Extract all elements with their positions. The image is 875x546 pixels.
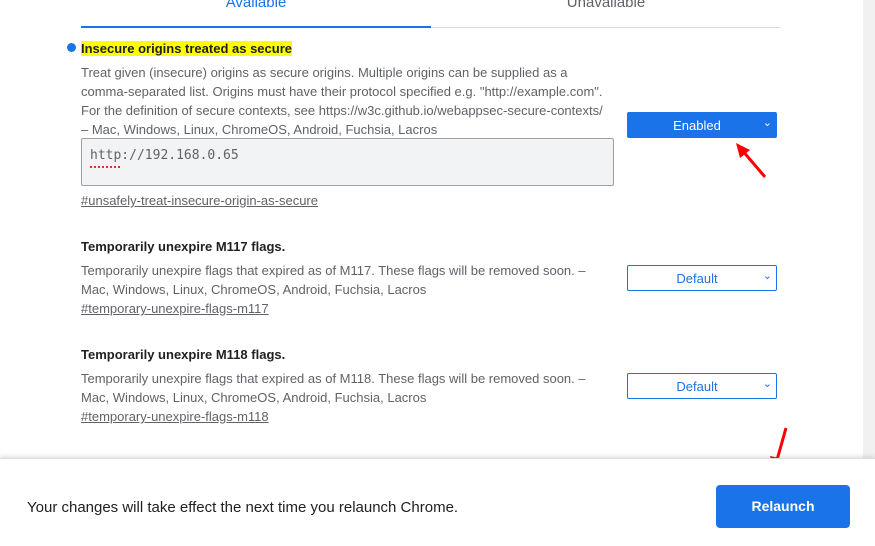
select-value: Default bbox=[676, 379, 718, 394]
experiment-description: Treat given (insecure) origins as secure… bbox=[81, 65, 603, 137]
experiment-description: Temporarily unexpire flags that expired … bbox=[81, 371, 586, 405]
select-value: Enabled bbox=[673, 118, 721, 133]
experiment-select-enabled[interactable]: Enabled ⌄ bbox=[627, 112, 777, 138]
relaunch-bar: Your changes will take effect the next t… bbox=[0, 458, 875, 546]
scrollbar-track[interactable] bbox=[863, 0, 875, 458]
experiment-insecure-origins: Insecure origins treated as secure Treat… bbox=[67, 40, 621, 139]
chevron-down-icon: ⌄ bbox=[762, 378, 772, 390]
experiment-unexpire-m117: Temporarily unexpire M117 flags. Tempora… bbox=[81, 238, 621, 299]
chevron-down-icon: ⌄ bbox=[762, 270, 772, 282]
experiment-title: Temporarily unexpire M117 flags. bbox=[81, 239, 286, 254]
spellcheck-underline bbox=[90, 164, 120, 168]
experiment-link[interactable]: #temporary-unexpire-flags-m117 bbox=[81, 301, 269, 316]
select-value: Default bbox=[676, 271, 718, 286]
tab-unavailable[interactable]: Unavailable bbox=[431, 0, 781, 11]
tab-active-indicator bbox=[81, 26, 431, 28]
origins-textarea[interactable]: http://192.168.0.65 bbox=[81, 138, 614, 186]
experiment-description: Temporarily unexpire flags that expired … bbox=[81, 263, 586, 297]
experiment-title: Temporarily unexpire M118 flags. bbox=[81, 347, 286, 362]
chevron-down-icon: ⌄ bbox=[762, 117, 772, 129]
annotation-arrow-icon bbox=[736, 143, 767, 178]
tab-bar: Available Unavailable bbox=[81, 0, 781, 28]
experiment-title: Insecure origins treated as secure bbox=[81, 41, 292, 56]
relaunch-message: Your changes will take effect the next t… bbox=[27, 499, 459, 516]
origins-textarea-value[interactable]: http://192.168.0.65 bbox=[90, 148, 239, 163]
experiment-link[interactable]: #unsafely-treat-insecure-origin-as-secur… bbox=[81, 193, 318, 208]
experiment-unexpire-m118: Temporarily unexpire M118 flags. Tempora… bbox=[81, 346, 621, 407]
experiment-select-default[interactable]: Default ⌄ bbox=[627, 373, 777, 399]
relaunch-button[interactable]: Relaunch bbox=[716, 485, 850, 528]
experiment-link[interactable]: #temporary-unexpire-flags-m118 bbox=[81, 409, 269, 424]
experiment-select-default[interactable]: Default ⌄ bbox=[627, 265, 777, 291]
modified-dot-icon bbox=[67, 43, 76, 52]
tab-available[interactable]: Available bbox=[81, 0, 431, 11]
